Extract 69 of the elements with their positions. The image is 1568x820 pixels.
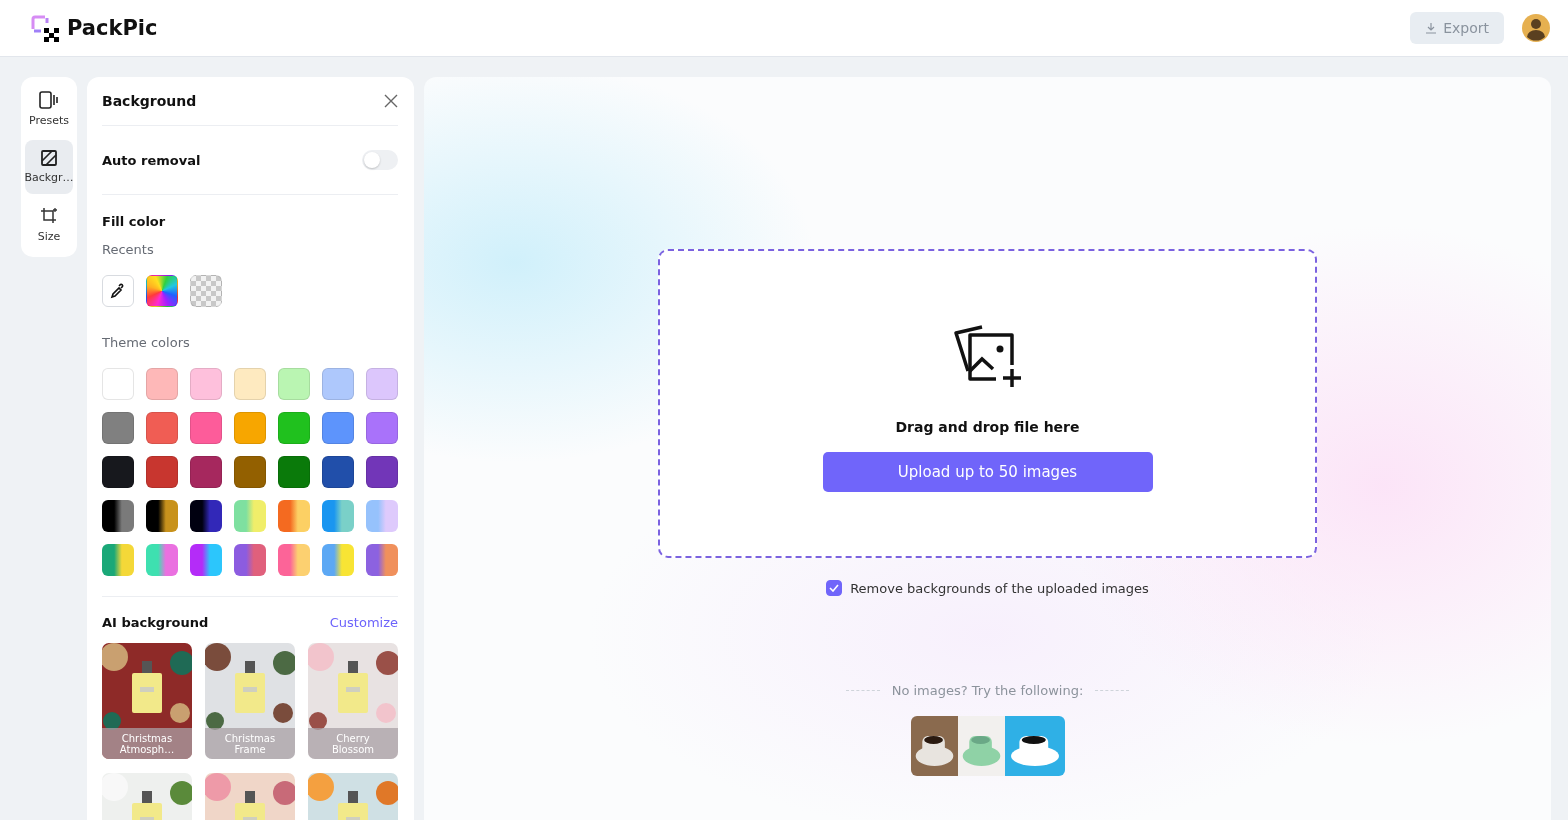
samples-hint: No images? Try the following:: [891, 683, 1084, 698]
gradient-swatch[interactable]: [234, 544, 266, 576]
color-swatch[interactable]: [366, 412, 398, 444]
color-swatch[interactable]: [322, 412, 354, 444]
color-swatch[interactable]: [278, 368, 310, 400]
rail-tab[interactable]: Backgr…: [25, 140, 73, 194]
customize-link[interactable]: Customize: [329, 615, 398, 630]
color-swatch[interactable]: [102, 456, 134, 488]
color-swatch[interactable]: [366, 368, 398, 400]
color-swatch[interactable]: [102, 412, 134, 444]
crop-icon: [40, 207, 58, 225]
close-icon[interactable]: [384, 94, 398, 108]
rail-tab[interactable]: Size: [25, 198, 73, 252]
auto-removal-toggle[interactable]: [362, 150, 398, 170]
color-swatch[interactable]: [190, 368, 222, 400]
remove-background-checkbox[interactable]: [826, 580, 843, 596]
auto-removal-label: Auto removal: [102, 152, 201, 168]
eyedropper-button[interactable]: [102, 275, 134, 307]
panel-title: Background: [102, 93, 197, 109]
color-swatch[interactable]: [146, 368, 178, 400]
section-title: Fill color: [102, 214, 167, 229]
eyedropper-icon: [110, 283, 126, 299]
upload-button[interactable]: Upload up to 50 images: [822, 452, 1153, 492]
logo-icon: [31, 14, 61, 42]
color-swatch[interactable]: [322, 456, 354, 488]
hatched-square-icon: [41, 150, 57, 166]
rail-tab[interactable]: Presets: [25, 82, 73, 136]
transparent-swatch[interactable]: [190, 275, 222, 307]
color-swatch[interactable]: [146, 456, 178, 488]
section-title: AI background: [102, 615, 209, 630]
avatar-icon[interactable]: [1522, 14, 1550, 42]
card-label: Christmas Frame: [205, 728, 295, 759]
color-swatch[interactable]: [322, 368, 354, 400]
color-swatch[interactable]: [190, 412, 222, 444]
color-swatch[interactable]: [190, 456, 222, 488]
add-image-icon: [951, 323, 1024, 389]
gradient-swatch[interactable]: [322, 500, 354, 532]
card-label: Christmas Atmosph…: [102, 728, 192, 759]
color-swatch[interactable]: [234, 456, 266, 488]
gradient-swatch[interactable]: [366, 544, 398, 576]
gradient-swatch[interactable]: [190, 544, 222, 576]
gradient-swatch[interactable]: [366, 500, 398, 532]
drop-zone[interactable]: Drag and drop file here Upload up to 50 images: [658, 249, 1317, 558]
color-swatch[interactable]: [366, 456, 398, 488]
gradient-swatch[interactable]: [190, 500, 222, 532]
gradient-swatch[interactable]: [146, 500, 178, 532]
rainbow-swatch[interactable]: [146, 275, 178, 307]
gradient-swatch[interactable]: [234, 500, 266, 532]
gradient-swatch[interactable]: [278, 544, 310, 576]
theme-colors-label: Theme colors: [102, 335, 191, 350]
drop-heading: Drag and drop file here: [895, 419, 1080, 435]
gradient-swatch[interactable]: [322, 544, 354, 576]
gradient-swatch[interactable]: [146, 544, 178, 576]
gradient-swatch[interactable]: [102, 500, 134, 532]
gradient-swatch[interactable]: [278, 500, 310, 532]
checkbox-label: Remove backgrounds of the uploaded images: [850, 580, 1149, 596]
download-icon: [1425, 22, 1438, 34]
color-swatch[interactable]: [278, 412, 310, 444]
color-swatch[interactable]: [234, 368, 266, 400]
color-swatch[interactable]: [102, 368, 134, 400]
presets-icon: [39, 91, 59, 109]
color-swatch[interactable]: [234, 412, 266, 444]
check-icon: [829, 584, 840, 592]
recents-label: Recents: [102, 242, 155, 257]
color-swatch[interactable]: [146, 412, 178, 444]
gradient-swatch[interactable]: [102, 544, 134, 576]
color-swatch[interactable]: [278, 456, 310, 488]
logo-text: PackPic: [67, 16, 158, 40]
card-label: Cherry Blossom: [308, 728, 398, 759]
